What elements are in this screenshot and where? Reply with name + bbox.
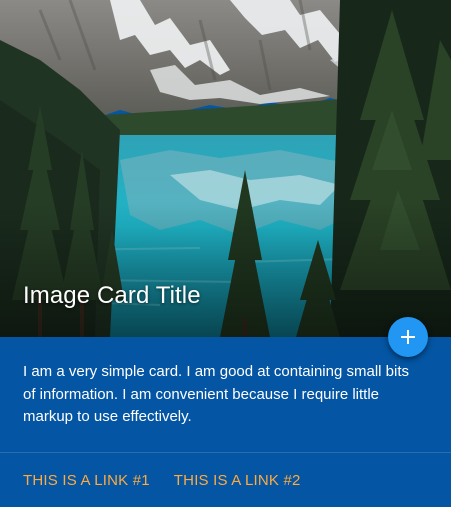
card-action-bar: This is a link #1 This is a link #2 [0,452,451,507]
card-title: Image Card Title [23,282,201,309]
image-card: Image Card Title I am a very simple card… [0,0,451,507]
card-link-1[interactable]: This is a link #1 [23,469,150,491]
card-link-2[interactable]: This is a link #2 [174,469,301,491]
card-content: I am a very simple card. I am good at co… [0,337,451,452]
card-image: Image Card Title [0,0,451,337]
card-description: I am a very simple card. I am good at co… [23,363,410,425]
